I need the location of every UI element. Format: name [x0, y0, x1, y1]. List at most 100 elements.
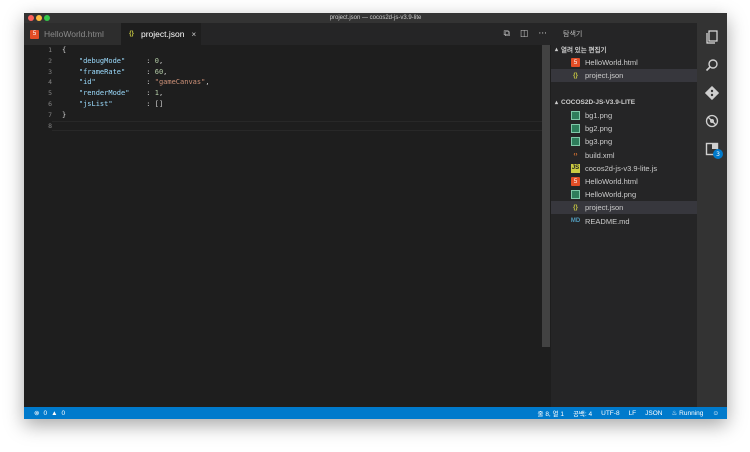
code-line: "id" : "gameCanvas",	[62, 77, 210, 88]
xml-file-icon: ‹›	[573, 152, 578, 159]
code-line: "jsList" : []	[62, 99, 210, 110]
image-file-icon	[571, 124, 580, 134]
expand-triangle-icon: ▴	[555, 99, 559, 106]
minimize-window-button[interactable]	[36, 15, 42, 21]
split-editor-icon[interactable]: ◫	[520, 29, 529, 39]
explorer-item[interactable]: 5 HelloWorld.html	[551, 175, 697, 188]
running-status[interactable]: ♨ Running	[672, 409, 704, 417]
code-token-indent	[62, 89, 79, 97]
code-token-indent	[62, 78, 79, 86]
end-of-line[interactable]: LF	[629, 410, 637, 417]
explorer-item[interactable]: MD README.md	[551, 215, 697, 228]
running-label: Running	[679, 410, 704, 417]
explorer-item[interactable]: bg2.png	[551, 122, 697, 135]
explorer-item-label: bg2.png	[585, 124, 613, 134]
code-token-value: []	[154, 99, 164, 108]
line-number: 7	[48, 110, 52, 119]
explorer-item-label: cocos2d-js-v3.9-lite.js	[585, 163, 658, 173]
error-icon: ⊗	[34, 410, 40, 417]
explorer-item[interactable]: bg3.png	[551, 135, 697, 148]
code-token-indent	[62, 57, 79, 65]
code-token-tail: ,	[158, 89, 164, 98]
folder-label: COCOS2D-JS-V3.9-LITE	[561, 98, 636, 106]
explorer-item[interactable]: ‹› build.xml	[551, 149, 697, 162]
title-bar: project.json — cocos2d-js-v3.9-lite	[24, 13, 727, 23]
line-number: 8	[48, 121, 52, 130]
code-token-indent	[62, 100, 79, 108]
search-icon[interactable]	[697, 51, 727, 79]
vertical-scrollbar[interactable]	[542, 45, 550, 347]
code-token-tail: ,	[205, 78, 210, 87]
warning-count: 0	[61, 409, 66, 417]
image-file-icon	[571, 137, 580, 147]
tab-label: project.json	[141, 29, 185, 39]
activity-bar: 3	[697, 23, 727, 407]
expand-triangle-icon: ▴	[555, 46, 559, 53]
markdown-file-icon: MD	[570, 218, 581, 225]
explorer-item-label: bg1.png	[585, 111, 613, 120]
line-number-gutter: 1 2 3 4 56 7 8	[24, 45, 52, 131]
indentation[interactable]: 공백: 4	[573, 408, 592, 418]
json-file-icon: {}	[573, 72, 578, 79]
js-file-icon: JS	[571, 163, 580, 173]
problems-indicator[interactable]: ⊗ 0 ▲ 0	[34, 407, 65, 419]
explorer-sidebar: 탐색기 ▴ 열려 있는 편집기 5 HelloWorld.html {} projec…	[551, 23, 697, 407]
code-token-key: "id"	[78, 78, 96, 87]
image-file-icon	[571, 111, 580, 120]
extensions-badge: 3	[713, 149, 723, 159]
code-token-key: "debugMode"	[78, 56, 126, 65]
files-icon[interactable]	[697, 23, 727, 51]
explorer-item[interactable]: JS cocos2d-js-v3.9-lite.js	[551, 162, 697, 175]
maximize-window-button[interactable]	[44, 15, 50, 21]
image-file-icon	[571, 190, 580, 200]
explorer-item-label: build.xml	[585, 150, 615, 160]
flame-icon: ♨	[671, 410, 678, 417]
cursor-position[interactable]: 줄 8, 열 1	[538, 408, 564, 418]
close-tab-icon[interactable]: ×	[191, 30, 196, 39]
git-icon[interactable]	[697, 79, 727, 107]
code-token-key: "jsList"	[78, 99, 113, 108]
debug-icon[interactable]	[697, 107, 727, 135]
open-editors-section[interactable]: ▴ 열려 있는 편집기	[551, 43, 697, 55]
line-number: 2	[48, 56, 52, 65]
extensions-icon[interactable]: 3	[697, 135, 727, 163]
code-token-key: "renderMode"	[78, 89, 130, 98]
line-number: 1	[48, 46, 52, 54]
close-window-button[interactable]	[28, 15, 34, 21]
explorer-item[interactable]: HelloWorld.png	[551, 188, 697, 201]
code-line: {	[62, 45, 210, 56]
warning-icon: ▲	[51, 409, 58, 417]
editor-window: project.json — cocos2d-js-v3.9-lite 5 He…	[24, 13, 727, 419]
tab-project-json[interactable]: {} project.json ×	[121, 23, 201, 45]
html-file-icon: 5	[571, 177, 580, 186]
explorer-item-label: project.json	[585, 71, 624, 81]
open-editors-label: 열려 있는 편집기	[561, 47, 607, 54]
code-token-sep: :	[125, 56, 155, 65]
code-token-value: 60	[154, 67, 164, 76]
explorer-title: 탐색기	[563, 31, 583, 38]
feedback-icon[interactable]: ☺	[712, 410, 719, 417]
line-number: 5	[48, 89, 52, 98]
code-token-value: {	[62, 46, 67, 54]
code-editor[interactable]: 1 2 3 4 56 7 8 { "debugMode" : 0, "frameRate" …	[24, 45, 551, 407]
explorer-item[interactable]: 5 HelloWorld.html	[551, 56, 697, 69]
explorer-item[interactable]: {} project.json	[551, 69, 697, 83]
open-changes-icon[interactable]: ⧉	[503, 29, 509, 39]
folder-section[interactable]: ▴ COCOS2D-JS-V3.9-LITE	[551, 96, 697, 108]
code-line: }	[62, 110, 210, 121]
explorer-item[interactable]: {} project.json	[551, 201, 697, 215]
explorer-item-label: project.json	[585, 203, 624, 213]
explorer-item[interactable]: bg1.png	[551, 109, 697, 122]
encoding[interactable]: UTF-8	[601, 410, 619, 417]
explorer-item-label: HelloWorld.html	[585, 177, 638, 186]
json-file-icon: {}	[573, 204, 578, 211]
more-actions-icon[interactable]: ···	[538, 29, 547, 39]
explorer-item-label: HelloWorld.png	[585, 190, 637, 200]
tab-helloworld-html[interactable]: 5 HelloWorld.html	[24, 23, 121, 45]
tab-label: HelloWorld.html	[44, 29, 104, 39]
line-number: 6	[48, 99, 52, 108]
language-mode[interactable]: JSON	[645, 410, 662, 417]
code-token-sep: :	[112, 99, 155, 108]
code-content[interactable]: { "debugMode" : 0, "frameRate" : 60, "id…	[62, 45, 210, 131]
